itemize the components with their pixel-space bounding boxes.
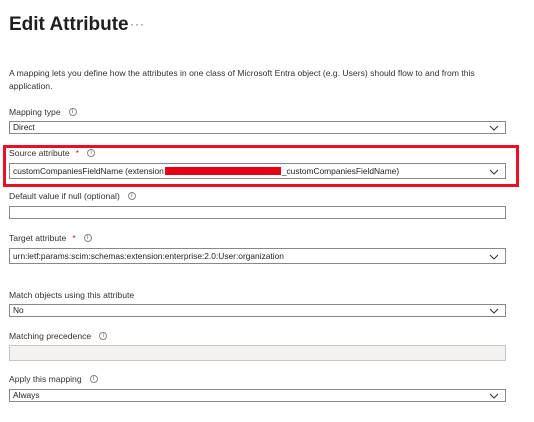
description: A mapping lets you define how the attrib… [9, 68, 475, 91]
default-value-label: Default value if null (optional) i [9, 191, 136, 201]
info-icon[interactable]: i [127, 192, 136, 200]
chevron-down-icon [489, 169, 499, 175]
chevron-down-icon [489, 308, 499, 314]
apply-mapping-dropdown[interactable]: Always [9, 389, 506, 402]
info-icon[interactable]: i [99, 332, 108, 340]
required-indicator: * [72, 233, 76, 243]
info-icon[interactable]: i [89, 375, 98, 383]
mapping-type-label: Mapping type i [9, 107, 77, 117]
info-icon[interactable]: i [83, 234, 92, 242]
chevron-down-icon [489, 254, 499, 260]
match-objects-dropdown[interactable]: No [9, 304, 506, 317]
target-attribute-label: Target attribute * i [9, 233, 92, 243]
matching-precedence-label: Matching precedence i [9, 331, 108, 341]
source-attribute-dropdown[interactable]: customCompaniesFieldName (extension _cust… [9, 163, 506, 179]
chevron-down-icon [489, 393, 499, 399]
chevron-down-icon [489, 125, 499, 131]
matching-precedence-input [9, 345, 506, 361]
info-icon[interactable]: i [87, 149, 96, 157]
redaction-bar [164, 167, 281, 175]
match-objects-label: Match objects using this attribute [9, 290, 135, 300]
target-attribute-dropdown[interactable]: urn:ietf:params:scim:schemas:extension:e… [9, 248, 506, 264]
more-options-button[interactable]: ··· [130, 17, 145, 31]
apply-mapping-label: Apply this mapping i [9, 374, 98, 384]
mapping-type-dropdown[interactable]: Direct [9, 121, 506, 134]
info-icon[interactable]: i [68, 108, 77, 116]
default-value-input[interactable] [9, 206, 506, 219]
source-attribute-label: Source attribute * i [9, 148, 96, 158]
required-indicator: * [75, 148, 80, 158]
page-title: Edit Attribute [9, 14, 129, 35]
